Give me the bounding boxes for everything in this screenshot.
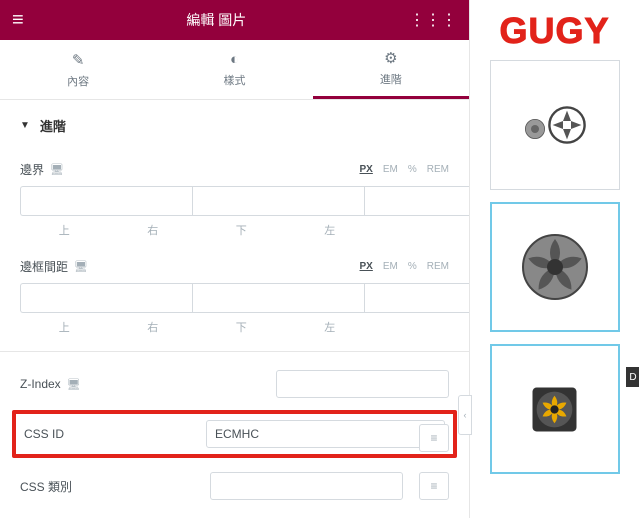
unit-em[interactable]: EM [383,261,398,272]
editor-header: ≡ 編輯 圖片 ⋮⋮⋮ [0,0,469,40]
contrast-icon: ◐ [230,51,239,68]
section-title: 進階 [40,116,66,135]
gear-icon: ⚙ [384,49,397,67]
label-bottom: 下 [197,222,286,238]
collapse-button[interactable]: ‹ [458,395,472,435]
padding-field: 邊框間距 🖥 PX EM % REM 🔗 上 右 [0,248,469,345]
padding-bottom-input[interactable] [364,283,469,313]
caret-down-icon: ▼ [20,120,30,131]
apps-icon[interactable]: ⋮⋮⋮ [409,10,457,30]
cssid-label: CSS ID [24,427,196,441]
divider [0,351,469,352]
margin-field: 邊界 🖥 PX EM % REM 🔗 上 右 下 [0,151,469,248]
desktop-icon[interactable]: 🖥 [74,260,88,273]
unit-pct[interactable]: % [408,261,417,272]
label-top: 上 [20,319,109,335]
cssclass-row: CSS 類別 ≡ [0,462,469,510]
margin-top-input[interactable] [20,186,192,216]
margin-units: PX EM % REM [360,164,449,175]
zindex-row: Z-Index 🖥 [0,358,469,410]
label-right: 右 [109,319,198,335]
tabs: ✎ 內容 ◐ 樣式 ⚙ 進階 [0,40,469,100]
label-bottom: 下 [197,319,286,335]
desktop-icon[interactable]: 🖥 [67,378,81,391]
unit-px[interactable]: PX [360,261,373,272]
section-toggle-advanced[interactable]: ▼ 進階 [0,100,469,151]
margin-right-input[interactable] [192,186,364,216]
cssid-input[interactable] [206,420,445,448]
tab-style[interactable]: ◐ 樣式 [156,40,312,99]
pencil-icon: ✎ [72,51,85,69]
padding-right-input[interactable] [192,283,364,313]
cssclass-input[interactable] [210,472,403,500]
unit-pct[interactable]: % [408,164,417,175]
header-title: 編輯 圖片 [24,10,409,30]
cssclass-dynamic-button[interactable]: ≡ [419,472,449,500]
label-right: 右 [109,222,198,238]
padding-units: PX EM % REM [360,261,449,272]
tab-advanced[interactable]: ⚙ 進階 [313,40,469,99]
editor-panel: ≡ 編輯 圖片 ⋮⋮⋮ ✎ 內容 ◐ 樣式 ⚙ 進階 ▼ 進階 邊界 🖥 [0,0,470,518]
desktop-icon[interactable]: 🖥 [50,163,64,176]
tab-label: 內容 [67,73,89,89]
unit-em[interactable]: EM [383,164,398,175]
margin-bottom-input[interactable] [364,186,469,216]
unit-rem[interactable]: REM [427,164,449,175]
padding-top-input[interactable] [20,283,192,313]
fan-icon [527,382,582,437]
side-tag[interactable]: D [626,367,639,387]
fan-icon [515,227,595,307]
product-thumb-1[interactable] [490,60,620,190]
margin-label: 邊界 🖥 [20,161,64,178]
unit-px[interactable]: PX [360,164,373,175]
padding-label: 邊框間距 🖥 [20,258,88,275]
unit-rem[interactable]: REM [427,261,449,272]
preview-panel: GUGY [470,0,639,518]
product-thumb-2[interactable] [490,202,620,332]
label-left: 左 [286,222,375,238]
label-left: 左 [286,319,375,335]
tab-label: 樣式 [223,72,245,88]
tab-content[interactable]: ✎ 內容 [0,40,156,99]
brand-logo: GUGY [499,10,609,52]
zindex-label: Z-Index 🖥 [20,377,81,391]
fan-icon [515,85,595,165]
cssclass-label: CSS 類別 [20,478,200,495]
panel-content: ▼ 進階 邊界 🖥 PX EM % REM [0,100,469,518]
cssid-dynamic-button[interactable]: ≡ [419,424,449,452]
product-thumb-3[interactable] [490,344,620,474]
label-top: 上 [20,222,109,238]
tab-label: 進階 [380,71,402,87]
menu-icon[interactable]: ≡ [12,9,24,32]
zindex-input[interactable] [276,370,449,398]
